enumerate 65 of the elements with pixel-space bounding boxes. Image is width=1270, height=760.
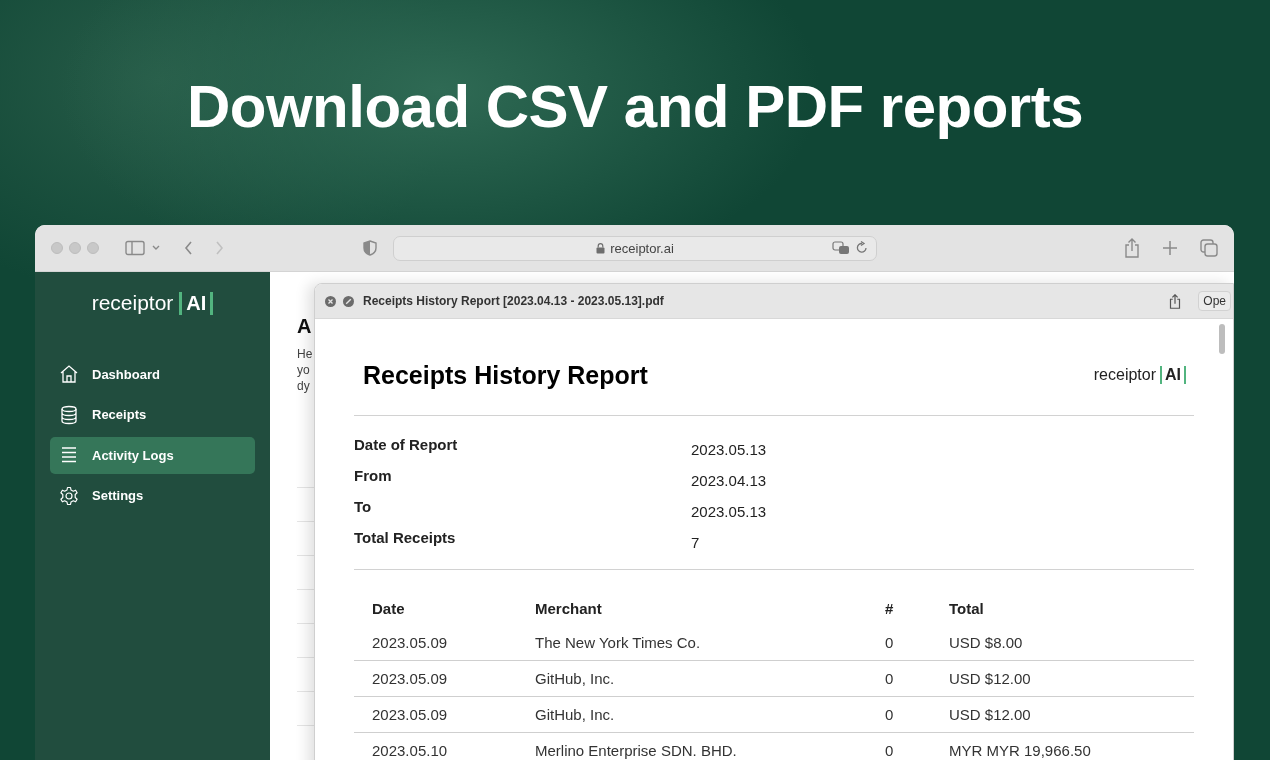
column-header: Total bbox=[948, 599, 985, 619]
address-bar[interactable]: receiptor.ai bbox=[393, 235, 877, 261]
detail-label: Date of Report bbox=[354, 435, 459, 455]
table-cell: GitHub, Inc. bbox=[517, 696, 867, 733]
column-header: Merchant bbox=[534, 599, 603, 619]
window-control-icon[interactable] bbox=[51, 242, 63, 254]
sidebar-toggle-icon[interactable] bbox=[125, 240, 145, 256]
back-icon[interactable] bbox=[183, 240, 195, 256]
table-cell: 0 bbox=[867, 696, 931, 733]
reload-icon[interactable] bbox=[856, 241, 868, 254]
logo: receiptor AI bbox=[35, 272, 270, 318]
hide-icon[interactable] bbox=[343, 295, 354, 307]
detail-label: Total Receipts bbox=[354, 528, 457, 548]
url-text: receiptor.ai bbox=[610, 240, 674, 256]
forward-icon[interactable] bbox=[213, 240, 225, 256]
table-cell: USD $12.00 bbox=[931, 660, 1194, 697]
table-cell: USD $8.00 bbox=[931, 625, 1194, 661]
table-cell: 2023.05.09 bbox=[354, 625, 517, 661]
settings-icon bbox=[59, 485, 79, 506]
table-cell: 0 bbox=[867, 625, 931, 661]
page-title: A bbox=[297, 314, 312, 338]
detail-label: To bbox=[354, 497, 373, 517]
window-control-icon[interactable] bbox=[69, 242, 81, 254]
table-cell: Merlino Enterprise SDN. BHD. bbox=[517, 732, 867, 760]
logo: receiptor AI bbox=[1093, 366, 1186, 384]
lock-icon bbox=[596, 242, 606, 254]
database-icon bbox=[59, 404, 79, 425]
table-cell: MYR MYR 19,966.50 bbox=[931, 732, 1194, 760]
nav-item[interactable]: Activity Logs bbox=[50, 437, 255, 474]
table-cell: 2023.05.09 bbox=[354, 660, 517, 697]
share-icon[interactable] bbox=[1169, 293, 1182, 309]
detail-value: 2023.04.13 bbox=[691, 471, 768, 491]
file-name: Receipts History Report [2023.04.13 - 2023.05.13].pdf bbox=[363, 294, 664, 308]
table-cell: 0 bbox=[867, 732, 931, 760]
description-text: dy bbox=[297, 378, 310, 394]
tabs-overview-icon[interactable] bbox=[1200, 239, 1218, 257]
table-cell: 2023.05.09 bbox=[354, 696, 517, 733]
detail-label: From bbox=[354, 466, 393, 486]
table-cell: The New York Times Co. bbox=[517, 625, 867, 661]
report-title: Receipts History Report bbox=[363, 360, 648, 390]
table-cell: 2023.05.10 bbox=[354, 732, 517, 760]
scrollbar[interactable] bbox=[1219, 324, 1225, 354]
home-icon bbox=[59, 364, 79, 385]
column-header: Date bbox=[371, 599, 406, 619]
headline: Download CSV and PDF reports bbox=[186, 72, 1084, 141]
detail-value: 2023.05.13 bbox=[691, 502, 768, 522]
detail-value: 7 bbox=[691, 533, 701, 553]
detail-value: 2023.05.13 bbox=[691, 440, 768, 460]
nav-item[interactable]: Receipts bbox=[50, 396, 255, 433]
close-icon[interactable] bbox=[325, 295, 336, 307]
shield-icon[interactable] bbox=[363, 240, 377, 256]
chevron-down-icon[interactable] bbox=[151, 244, 161, 252]
window-control-icon[interactable] bbox=[87, 242, 99, 254]
description-text: yo bbox=[297, 362, 310, 378]
translate-icon[interactable] bbox=[832, 240, 850, 255]
share-icon[interactable] bbox=[1124, 238, 1140, 258]
table-cell: GitHub, Inc. bbox=[517, 660, 867, 697]
nav-item[interactable]: Settings bbox=[50, 477, 255, 514]
table-cell: USD $12.00 bbox=[931, 696, 1194, 733]
nav-item[interactable]: Dashboard bbox=[50, 356, 255, 393]
column-header: # bbox=[884, 599, 895, 619]
open-button[interactable]: Ope bbox=[1198, 291, 1231, 311]
table-cell: 0 bbox=[867, 660, 931, 697]
description-text: He bbox=[297, 346, 313, 362]
new-tab-icon[interactable] bbox=[1162, 240, 1178, 256]
